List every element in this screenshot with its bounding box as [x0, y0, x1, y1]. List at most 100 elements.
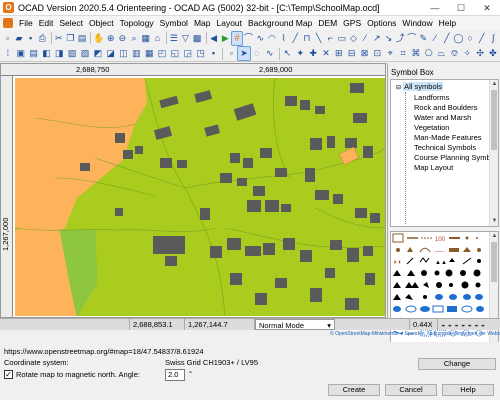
menu-edit[interactable]: Edit [36, 16, 57, 30]
tool-9-icon[interactable]: ◫ [118, 47, 130, 60]
hand-icon[interactable]: ✋ [93, 32, 104, 45]
draw-mode-16-icon[interactable]: ✎ [418, 32, 429, 45]
draw-mode-15-icon[interactable]: ⌒ [406, 32, 417, 45]
angle-input[interactable]: 2.0 [165, 369, 185, 381]
tool-5-icon[interactable]: ▧ [66, 47, 78, 60]
tool-7-icon[interactable]: ◩ [92, 47, 104, 60]
tool-11-icon[interactable]: ▦ [143, 47, 155, 60]
tool-17-icon[interactable]: ▫ [225, 47, 237, 60]
draw-mode-4-icon[interactable]: ⌇ [278, 32, 289, 45]
menu-window[interactable]: Window [399, 16, 435, 30]
cut-icon[interactable]: ✂ [53, 32, 64, 45]
edit-tool-5-icon[interactable]: ⊞ [333, 47, 345, 60]
paste-icon[interactable]: ▤ [77, 32, 88, 45]
menu-map[interactable]: Map [191, 16, 214, 30]
menu-dem[interactable]: DEM [315, 16, 340, 30]
draw-mode-18-icon[interactable]: ╱ [441, 32, 452, 45]
draw-mode-13-icon[interactable]: ↘ [383, 32, 394, 45]
ellipse-icon[interactable]: ◯ [453, 32, 464, 45]
orienteering-map[interactable] [15, 78, 385, 316]
draw-grid-icon[interactable]: # [230, 30, 244, 46]
tool-3-icon[interactable]: ◧ [41, 47, 53, 60]
tool-6-icon[interactable]: ▨ [79, 47, 91, 60]
edit-tool-13-icon[interactable]: ⏢ [436, 47, 448, 60]
tool-16-icon[interactable]: ▪ [208, 47, 220, 60]
layers-icon[interactable]: ☰ [169, 32, 180, 45]
change-button[interactable]: Change [418, 358, 496, 370]
line-icon[interactable]: ╱ [476, 32, 487, 45]
close-button[interactable]: ✕ [474, 0, 500, 16]
scroll-down-icon[interactable]: ▼ [490, 217, 498, 226]
menu-layout[interactable]: Layout [213, 16, 245, 30]
draw-mode-9-icon[interactable]: ▭ [337, 32, 348, 45]
rotate-checkbox[interactable]: ✓ [4, 370, 13, 379]
maximize-button[interactable]: ☐ [448, 0, 474, 16]
menu-help[interactable]: Help [436, 16, 459, 30]
edit-tool-7-icon[interactable]: ⊠ [359, 47, 371, 60]
entire-map-icon[interactable]: ▦ [140, 32, 151, 45]
edit-tool-12-icon[interactable]: ⎔ [423, 47, 435, 60]
tool-10-icon[interactable]: ▥ [130, 47, 142, 60]
minimize-button[interactable]: — [422, 0, 448, 16]
open-folder-icon[interactable]: ▰ [14, 32, 25, 45]
menu-symbol[interactable]: Symbol [157, 16, 191, 30]
draw-mode-14-icon[interactable]: ⤴ [395, 32, 406, 45]
tool-15-icon[interactable]: ◳ [195, 47, 207, 60]
draw-mode-12-icon[interactable]: ↗ [372, 32, 383, 45]
symbol-scroll-thumb[interactable] [491, 242, 497, 282]
tool-8-icon[interactable]: ◪ [105, 47, 117, 60]
edit-tool-17-icon[interactable]: ✤ [487, 47, 499, 60]
menu-file[interactable]: File [16, 16, 36, 30]
edit-tool-15-icon[interactable]: ✧ [461, 47, 473, 60]
draw-mode-8-icon[interactable]: ⌐ [325, 32, 336, 45]
draw-mode-7-icon[interactable]: ╲ [313, 32, 324, 45]
tree-scrollbar[interactable]: ▲ ▼ [489, 80, 498, 226]
tool-12-icon[interactable]: ◰ [156, 47, 168, 60]
previous-view-icon[interactable]: ⌂ [152, 32, 163, 45]
tree-item-rock-and-boulders[interactable]: Rock and Boulders [414, 103, 477, 112]
curve-tool-icon[interactable]: ∿ [264, 47, 276, 60]
scroll-thumb[interactable] [491, 90, 497, 150]
scroll-up-icon[interactable]: ▲ [490, 80, 498, 89]
help-button[interactable]: Help [442, 384, 494, 396]
tree-item-water-and-marsh[interactable]: Water and Marsh [414, 113, 471, 122]
edit-tool-6-icon[interactable]: ⊟ [346, 47, 358, 60]
menu-gps[interactable]: GPS [340, 16, 364, 30]
cancel-button[interactable]: Cancel [385, 384, 437, 396]
print-icon[interactable]: ⎙ [37, 32, 48, 45]
tree-item-man-made-features[interactable]: Man-Made Features [414, 133, 482, 142]
edit-tool-14-icon[interactable]: ⎊ [449, 47, 461, 60]
draw-mode-10-icon[interactable]: ◇ [348, 32, 359, 45]
tool-14-icon[interactable]: ◲ [182, 47, 194, 60]
draw-mode-1-icon[interactable]: ⌒ [243, 32, 254, 45]
symbol-tree[interactable]: ⊟ All symbols Landforms Rock and Boulder… [390, 79, 499, 227]
draw-mode-2-icon[interactable]: ∿ [255, 32, 266, 45]
green-flag-icon[interactable]: ▶ [220, 32, 231, 45]
tree-item-landforms[interactable]: Landforms [414, 93, 449, 102]
tree-item-course-planning-symbols[interactable]: Course Planning Symbols [414, 153, 498, 162]
create-button[interactable]: Create [328, 384, 380, 396]
edit-tool-8-icon[interactable]: ⊡ [371, 47, 383, 60]
draw-mode-11-icon[interactable]: ⁄ [360, 32, 371, 45]
document-icon[interactable] [3, 18, 13, 28]
tree-item-technical-symbols[interactable]: Technical Symbols [414, 143, 476, 152]
zoom-in-icon[interactable]: ⊕ [105, 32, 116, 45]
symbol-scroll-up-icon[interactable]: ▲ [490, 232, 498, 241]
zoom-out-icon[interactable]: ⊖ [117, 32, 128, 45]
tree-item-all-symbols[interactable]: ⊟ All symbols [396, 82, 444, 91]
tool-13-icon[interactable]: ◱ [169, 47, 181, 60]
draw-mode-3-icon[interactable]: ◠ [267, 32, 278, 45]
edit-tool-11-icon[interactable]: ⌘ [410, 47, 422, 60]
osm-attribution[interactable]: © OpenStreetMap-Mitwirkende ● Spenden, N… [330, 331, 500, 339]
draw-mode-6-icon[interactable]: ⊓ [302, 32, 313, 45]
copy-icon[interactable]: ❐ [65, 32, 76, 45]
menu-select[interactable]: Select [56, 16, 86, 30]
tree-item-map-layout[interactable]: Map Layout [414, 163, 453, 172]
tree-item-vegetation[interactable]: Vegetation [414, 123, 449, 132]
map-view[interactable]: 2,688,750 2,689,000 1,267,000 [0, 63, 386, 318]
draw-mode-5-icon[interactable]: ╱ [290, 32, 301, 45]
edit-tool-4-icon[interactable]: ✕ [320, 47, 332, 60]
filter-icon[interactable]: ▽ [180, 32, 191, 45]
zoom-box-icon[interactable]: ⌕ [129, 32, 140, 45]
grid-icon[interactable]: ▩ [192, 32, 203, 45]
